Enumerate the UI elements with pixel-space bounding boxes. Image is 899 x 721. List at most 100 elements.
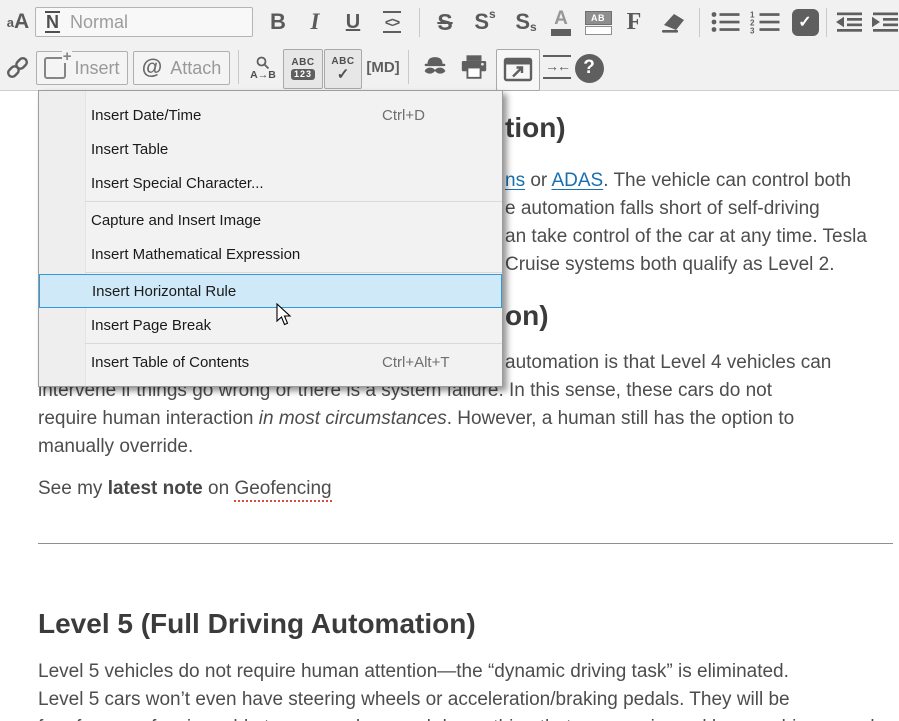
- toolbar-separator: [826, 8, 827, 37]
- toolbar-separator: [419, 8, 420, 37]
- doc-note-link[interactable]: Geofencing: [234, 478, 331, 502]
- doc-line: free from geofencing, able to go anywher…: [38, 717, 890, 721]
- horizontal-rule: [38, 543, 893, 544]
- doc-link[interactable]: ns: [505, 170, 525, 191]
- heading-level2-fragment: tion): [505, 112, 566, 144]
- menu-shortcut: Ctrl+D: [382, 107, 425, 124]
- doc-line: an take control of the car at any time. …: [505, 226, 867, 248]
- bold-button[interactable]: B: [263, 5, 293, 39]
- outdent-button[interactable]: [832, 6, 866, 38]
- menu-item-insert-horizontal-rule[interactable]: Insert Horizontal Rule: [39, 274, 502, 308]
- menu-item-insert-table-of-contents[interactable]: Insert Table of Contents Ctrl+Alt+T: [39, 345, 502, 379]
- clear-format-button[interactable]: [654, 5, 690, 39]
- text-color-button[interactable]: A: [546, 7, 576, 39]
- eraser-icon: [657, 9, 687, 35]
- menu-item-capture-insert-image[interactable]: Capture and Insert Image: [39, 203, 502, 237]
- font-size-big-glyph: A: [14, 10, 29, 34]
- help-button[interactable]: ?: [573, 52, 605, 84]
- text-color-icon: A: [551, 10, 571, 36]
- search-replace-icon: A→B: [250, 56, 276, 81]
- doc-line: Level 5 vehicles do not require human at…: [38, 661, 789, 683]
- toolbar-row-formatting: aA N Normal B I U <> S Ss Ss A AB F: [0, 0, 899, 45]
- bullet-list-icon: [710, 10, 740, 34]
- font-size-small-glyph: a: [7, 15, 14, 30]
- paperclip-icon: @: [142, 56, 162, 80]
- outdent-icon: [834, 10, 864, 34]
- toolbar-separator: [238, 50, 239, 84]
- indent-button[interactable]: [868, 6, 899, 38]
- find-replace-button[interactable]: A→B: [245, 49, 281, 87]
- help-icon: ?: [575, 54, 604, 83]
- toolbar: aA N Normal B I U <> S Ss Ss A AB F: [0, 0, 899, 91]
- font-icon: F: [627, 9, 642, 36]
- doc-text-segment: or: [525, 170, 551, 191]
- doc-line: Cruise systems both qualify as Level 2.: [505, 254, 835, 276]
- doc-line-see-note: See my latest note on Geofencing: [38, 478, 332, 500]
- code-icon: <>: [383, 11, 401, 33]
- toolbar-row-insert: + Insert @ Attach A→B ABC 123: [0, 45, 899, 90]
- abc-numbers-toggle[interactable]: ABC 123: [283, 49, 323, 89]
- markdown-button[interactable]: [MD]: [364, 50, 402, 84]
- paragraph-style-select[interactable]: N Normal: [35, 7, 253, 37]
- menu-item-insert-math-expression[interactable]: Insert Mathematical Expression: [39, 237, 502, 271]
- doc-link[interactable]: ADAS: [551, 170, 603, 191]
- external-edit-toggle[interactable]: [496, 49, 540, 91]
- toolbar-separator: [699, 8, 700, 37]
- numbered-list-button[interactable]: 1 2 3: [748, 6, 782, 38]
- doc-line: require human interaction in most circum…: [38, 408, 794, 430]
- doc-line: ns or ADAS. The vehicle can control both: [505, 170, 851, 192]
- checklist-button[interactable]: ✓: [789, 5, 821, 39]
- subscript-button[interactable]: Ss: [508, 5, 544, 39]
- highlight-color-button[interactable]: AB: [582, 7, 614, 39]
- bullet-list-button[interactable]: [708, 6, 742, 38]
- superscript-button[interactable]: Ss: [467, 5, 503, 39]
- doc-text-segment: . However, a human still has the option …: [447, 408, 794, 429]
- print-button[interactable]: [456, 51, 492, 83]
- menu-item-insert-page-break[interactable]: Insert Page Break: [39, 308, 502, 342]
- insert-button[interactable]: + Insert: [36, 51, 128, 85]
- markdown-icon: [MD]: [366, 59, 399, 76]
- indent-icon: [870, 10, 899, 34]
- highlight-color-icon: AB: [585, 11, 612, 35]
- menu-item-insert-table[interactable]: Insert Table: [39, 132, 502, 166]
- insert-button-label: Insert: [74, 58, 119, 79]
- numbered-list-icon: 1 2 3: [750, 10, 780, 34]
- printer-icon: [459, 54, 489, 81]
- doc-line: manually override.: [38, 436, 193, 458]
- doc-text-segment: See my: [38, 478, 108, 499]
- doc-text-segment: require human interaction: [38, 408, 259, 429]
- inline-code-button[interactable]: <>: [375, 5, 409, 39]
- chain-link-icon: [4, 54, 31, 81]
- menu-separator: [85, 343, 502, 344]
- svg-text:3: 3: [750, 27, 755, 35]
- doc-text-segment: . The vehicle can control both: [603, 170, 851, 191]
- attach-button[interactable]: @ Attach: [133, 51, 230, 85]
- underline-button[interactable]: U: [338, 5, 368, 39]
- spellcheck-toggle[interactable]: ABC ✓: [324, 49, 362, 89]
- menu-shortcut: Ctrl+Alt+T: [382, 354, 450, 371]
- attach-button-label: Attach: [170, 58, 221, 79]
- underline-icon: U: [346, 11, 360, 34]
- bold-icon: B: [270, 9, 286, 35]
- font-button[interactable]: F: [620, 5, 648, 39]
- insert-icon: +: [44, 57, 66, 79]
- strikethrough-button[interactable]: S: [429, 5, 461, 39]
- doc-text-segment: in most circumstances: [259, 408, 447, 429]
- link-button[interactable]: [2, 51, 32, 83]
- insert-dropdown-menu: Insert Date/Time Ctrl+D Insert Table Ins…: [38, 90, 503, 387]
- menu-separator: [85, 201, 502, 202]
- mustache-hat-icon: [419, 54, 451, 80]
- menu-item-insert-special-character[interactable]: Insert Special Character...: [39, 166, 502, 200]
- spellcheck-icon: ABC ✓: [331, 57, 354, 81]
- font-size-button[interactable]: aA: [3, 6, 33, 38]
- superscript-icon: S: [474, 9, 489, 35]
- anonymize-button[interactable]: [416, 51, 454, 83]
- toggle-editors-button[interactable]: →←: [541, 53, 573, 81]
- doc-line: e automation falls short of self-driving: [505, 198, 820, 220]
- italic-button[interactable]: I: [300, 5, 330, 39]
- doc-text-segment: latest note: [108, 478, 203, 499]
- menu-item-insert-date-time[interactable]: Insert Date/Time Ctrl+D: [39, 98, 502, 132]
- doc-text-segment: on: [203, 478, 235, 499]
- paragraph-style-value: Normal: [70, 12, 128, 33]
- heading-level4-fragment: on): [505, 300, 549, 332]
